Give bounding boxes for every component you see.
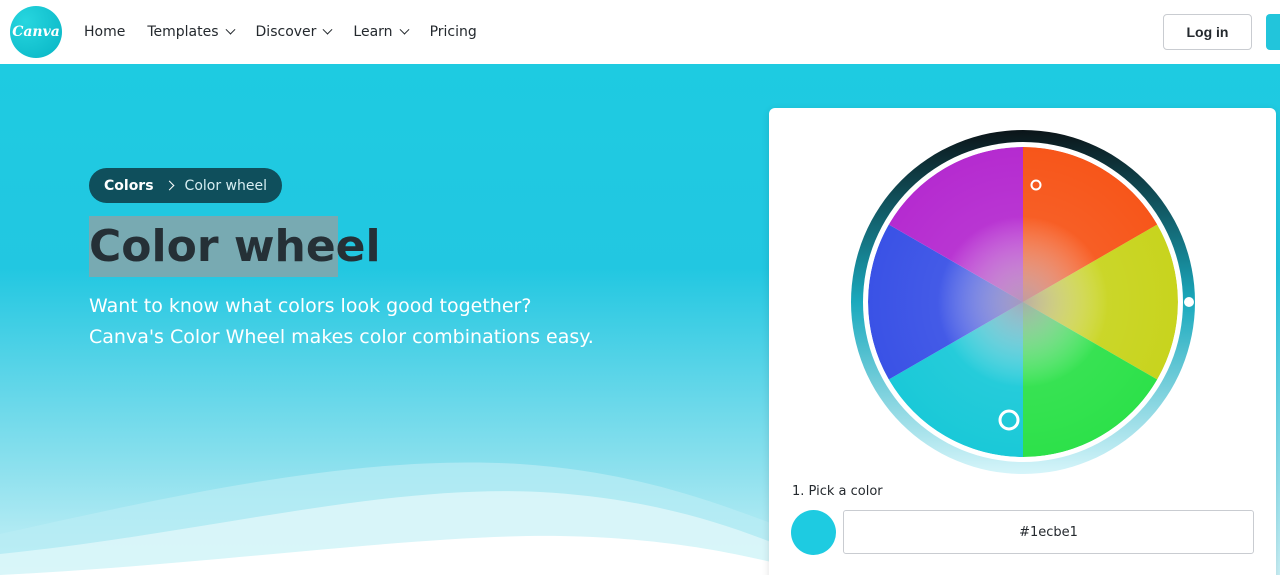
brightness-handle[interactable] <box>1184 297 1194 307</box>
nav-pricing[interactable]: Pricing <box>430 24 477 40</box>
nav-discover-label: Discover <box>255 24 317 40</box>
breadcrumb-colors-link[interactable]: Colors <box>104 178 154 194</box>
chevron-down-icon <box>322 24 333 35</box>
nav-home-label: Home <box>84 24 126 40</box>
signup-button-edge[interactable] <box>1266 14 1280 50</box>
nav-learn[interactable]: Learn <box>353 24 410 40</box>
site-header: Canva Home Templates Discover Learn Pric… <box>0 0 1280 64</box>
page-title: Color wheel <box>89 221 381 272</box>
nav-learn-label: Learn <box>353 24 393 40</box>
nav-templates-label: Templates <box>147 24 219 40</box>
nav-pricing-label: Pricing <box>429 24 477 40</box>
chevron-right-icon <box>164 180 174 191</box>
hex-color-input[interactable] <box>843 510 1254 554</box>
breadcrumb: Colors Color wheel <box>89 168 282 203</box>
login-button[interactable]: Log in <box>1163 14 1252 50</box>
page-subtitle: Want to know what colors look good toget… <box>89 291 609 353</box>
chevron-down-icon <box>225 24 235 35</box>
color-swatch[interactable] <box>791 510 836 555</box>
main-nav: Home Templates Discover Learn Pricing <box>84 0 477 64</box>
hue-wheel[interactable] <box>868 147 1178 457</box>
subtitle-line-2: Canva's Color Wheel makes color combinat… <box>89 326 594 348</box>
nav-discover[interactable]: Discover <box>255 24 333 40</box>
canva-logo[interactable]: Canva <box>10 6 62 58</box>
logo-text: Canva <box>12 24 60 40</box>
pick-color-label: 1. Pick a color <box>792 484 883 499</box>
chevron-down-icon <box>399 24 410 35</box>
breadcrumb-current: Color wheel <box>184 177 267 194</box>
color-wheel-card: 1. Pick a color <box>769 108 1276 575</box>
nav-templates[interactable]: Templates <box>147 24 235 40</box>
subtitle-line-1: Want to know what colors look good toget… <box>89 295 532 317</box>
color-wheel[interactable] <box>849 128 1197 476</box>
nav-home[interactable]: Home <box>84 24 125 40</box>
